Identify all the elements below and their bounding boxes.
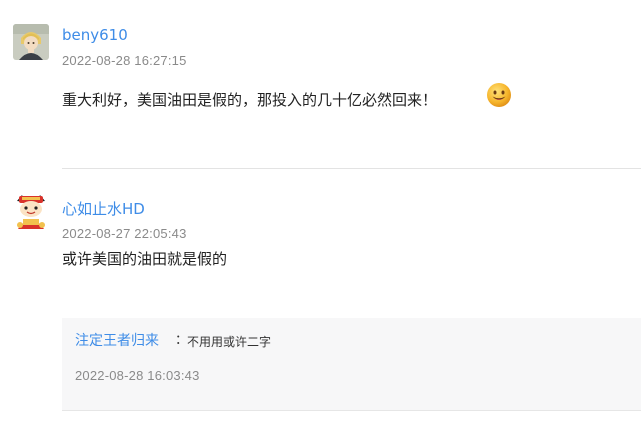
smile-emoji-icon xyxy=(486,82,512,108)
reply-item: 注定王者归来 ： 不用用或许二字 2022-08-28 16:03:43 xyxy=(62,318,641,411)
anime-character-avatar xyxy=(13,24,49,60)
reply-timestamp: 2022-08-28 16:03:43 xyxy=(75,368,200,383)
comment-list: beny610 2022-08-28 16:27:15 重大利好，美国油田是假的… xyxy=(0,0,641,434)
user-avatar[interactable] xyxy=(13,193,49,229)
lucky-cat-avatar xyxy=(13,193,49,229)
comment-text: 或许美国的油田就是假的 xyxy=(62,250,228,268)
comment-text: 重大利好，美国油田是假的，那投入的几十亿必然回来！ xyxy=(62,91,438,109)
user-avatar[interactable] xyxy=(13,24,49,60)
comment-divider xyxy=(62,168,641,169)
reply-username[interactable]: 注定王者归来 xyxy=(75,331,159,351)
comment-username[interactable]: 心如止水HD xyxy=(62,199,145,219)
comment-timestamp: 2022-08-27 22:05:43 xyxy=(62,226,187,241)
reply-text: 不用用或许二字 xyxy=(187,335,272,349)
comment-timestamp: 2022-08-28 16:27:15 xyxy=(62,53,187,68)
comment-username[interactable]: beny610 xyxy=(62,25,128,45)
